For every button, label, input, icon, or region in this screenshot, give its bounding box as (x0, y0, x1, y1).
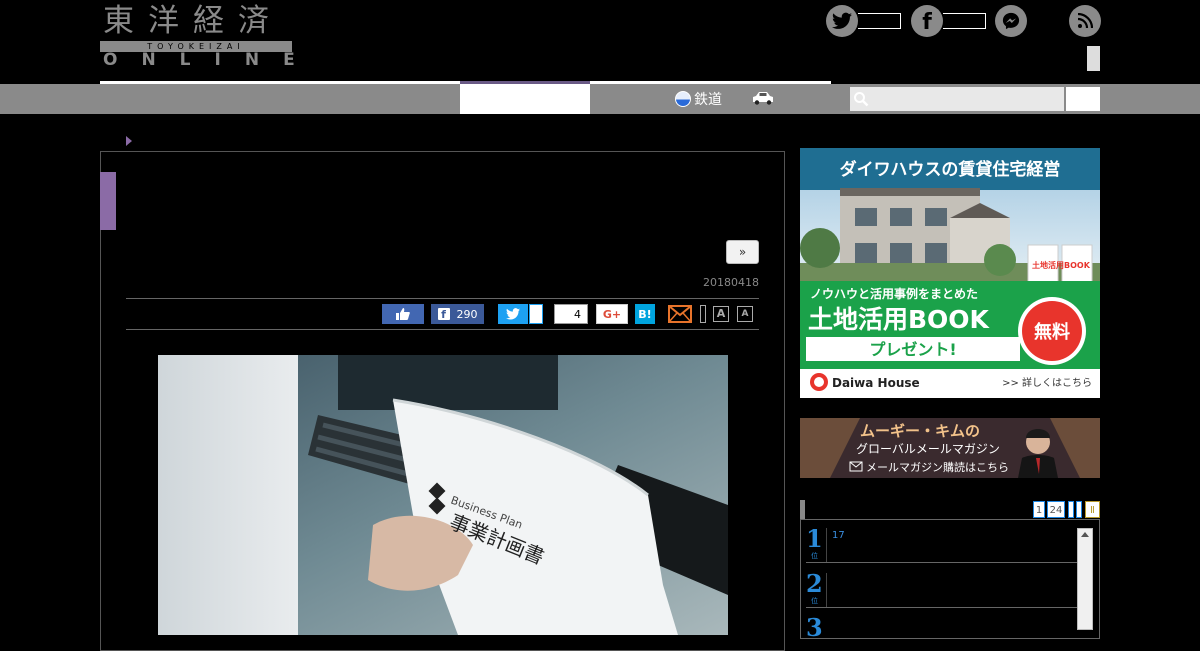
nav-railway-label: 鉄道 (694, 92, 722, 108)
twitter-count-box (858, 13, 901, 29)
ad-brand: Daiwa House (832, 376, 920, 390)
divider (126, 329, 759, 330)
daiwa-house-ad[interactable]: ダイワハウスの賃貸住宅経営 土地活用BOOK ノウハウと活用事例をまとめた 土地… (800, 148, 1100, 398)
mail-ad-name: ムーギー・キムの (860, 422, 980, 440)
divider (126, 298, 759, 299)
ranking-tab-1h[interactable]: 1 (1033, 501, 1045, 518)
rss-icon[interactable] (1069, 5, 1101, 37)
nav-item-railway[interactable]: 鉄道 (675, 88, 722, 110)
rank-separator (826, 573, 827, 607)
logo-kanji[interactable]: 東洋経済 (103, 2, 283, 40)
mail-ad-title: グローバルメールマガジン (856, 442, 1000, 456)
breadcrumb-arrow-icon (126, 136, 132, 146)
mail-icon[interactable] (668, 305, 692, 323)
rank-number: 2 (806, 569, 823, 598)
ranking-tab-more[interactable]: Ⅱ (1085, 501, 1100, 518)
search-input[interactable] (850, 87, 1064, 111)
pocket-count[interactable]: 4 (554, 304, 588, 324)
ranking-list (800, 519, 1100, 639)
google-plus-button[interactable]: G+ (596, 304, 628, 324)
ranking-tab-4[interactable] (1076, 501, 1082, 518)
hatena-bookmark-button[interactable]: B! (635, 304, 655, 324)
rank-suffix: 位 (811, 552, 818, 560)
search-icon (854, 92, 869, 107)
mail-magazine-ad[interactable]: ムーギー・キムの グローバルメールマガジン メールマガジン購読はこちら (800, 418, 1100, 478)
twitter-icon[interactable] (826, 5, 858, 37)
ad-subhead: ノウハウと活用事例をまとめた (810, 286, 978, 301)
font-size-large-button[interactable]: A (713, 306, 729, 322)
nav-tab-active[interactable] (460, 84, 590, 114)
ranking-tab-3[interactable] (1068, 501, 1074, 518)
facebook-count-box (943, 13, 986, 29)
article-photo: Business Plan 事業計画書 (158, 355, 728, 635)
ranking-scrollbar[interactable] (1077, 528, 1093, 630)
messenger-icon[interactable] (995, 5, 1027, 37)
rank-number: 3 (806, 613, 823, 642)
font-size-small-button[interactable]: A (737, 306, 753, 322)
ad-free-badge: 無料 (1034, 321, 1070, 343)
facebook-like-button[interactable] (382, 304, 424, 324)
facebook-share-button[interactable]: f 290 (431, 304, 484, 324)
share-separator (700, 305, 706, 323)
login-box[interactable] (1087, 46, 1100, 71)
thumbs-up-icon (396, 308, 410, 320)
rank-divider (806, 607, 1078, 608)
twitter-icon (506, 308, 520, 320)
rank-item-text[interactable]: 17 (832, 530, 845, 541)
search-button[interactable] (1066, 87, 1100, 111)
train-icon (675, 91, 691, 107)
scroll-up-icon[interactable] (1081, 532, 1089, 537)
ad-book-label: 土地活用BOOK (1032, 260, 1091, 270)
ad-headline: ダイワハウスの賃貸住宅経営 (840, 159, 1061, 180)
twitter-share-count (529, 304, 543, 324)
logo-online: ONLINE (103, 50, 319, 70)
article-date: 20180418 (703, 276, 759, 289)
twitter-share-button[interactable] (498, 304, 528, 324)
ad-main-title: 土地活用BOOK (808, 305, 991, 334)
facebook-icon: f (437, 308, 450, 321)
car-icon[interactable] (752, 91, 774, 105)
facebook-icon[interactable]: f (911, 5, 943, 37)
rank-divider (806, 562, 1078, 563)
rank-suffix: 位 (811, 597, 818, 605)
ad-cta: プレゼント! (869, 340, 956, 359)
ranking-tab-24h[interactable]: 24 (1047, 501, 1065, 518)
next-page-button[interactable]: » (726, 240, 759, 264)
facebook-share-count: 290 (456, 307, 478, 321)
ad-more-link: >> 詳しくはこちら (1002, 376, 1092, 389)
rank-number: 1 (806, 524, 823, 553)
title-accent-bar (100, 172, 116, 230)
rank-separator (826, 528, 827, 562)
mail-ad-cta: メールマガジン購読はこちら (866, 460, 1009, 474)
